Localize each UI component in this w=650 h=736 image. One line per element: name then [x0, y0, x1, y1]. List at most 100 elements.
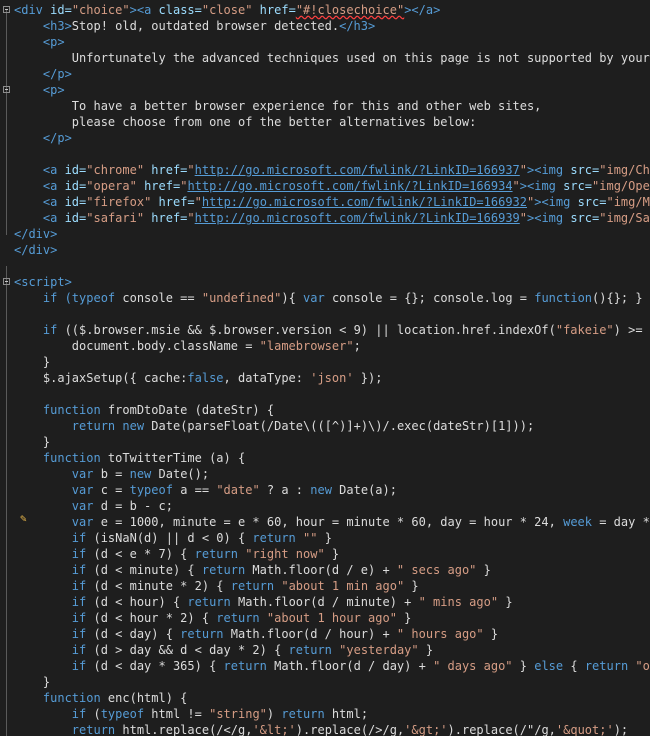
- code-token: new: [310, 483, 332, 497]
- code-line[interactable]: return html.replace(/</g,'&lt;').replace…: [14, 722, 650, 736]
- code-line[interactable]: if (d < hour * 2) { return "about 1 hour…: [14, 610, 650, 626]
- code-line[interactable]: if (d < day * 365) { return Math.floor(d…: [14, 658, 650, 674]
- code-token: console = {}; console.log =: [324, 291, 535, 305]
- code-token: src=: [555, 179, 593, 193]
- code-line[interactable]: <p>: [14, 82, 650, 98]
- code-line[interactable]: [14, 306, 650, 322]
- code-line[interactable]: please choose from one of the better alt…: [14, 114, 650, 130]
- code-line[interactable]: if (($.browser.msie && $.browser.version…: [14, 322, 650, 338]
- code-token: function: [534, 291, 593, 305]
- code-token: ><img: [519, 179, 556, 193]
- code-token: "opera": [86, 179, 137, 193]
- code-token: id=: [57, 163, 87, 177]
- code-line[interactable]: if (typeof console == "undefined"){ var …: [14, 290, 650, 306]
- code-token: ){: [281, 291, 304, 305]
- code-line[interactable]: if (d > day && d < day * 2) { return "ye…: [14, 642, 650, 658]
- code-line[interactable]: <div id="choice"><a class="close" href="…: [14, 2, 650, 18]
- code-token: return: [14, 723, 116, 736]
- code-line[interactable]: [14, 258, 650, 274]
- code-token: "img/Safar: [599, 211, 650, 225]
- code-line[interactable]: <a id="safari" href="http://go.microsoft…: [14, 210, 650, 226]
- code-token: }: [483, 627, 499, 641]
- code-line[interactable]: <a id="chrome" href="http://go.microsoft…: [14, 162, 650, 178]
- fold-toggle-icon[interactable]: [3, 6, 10, 13]
- code-token: html;: [324, 707, 369, 721]
- fold-toggle-icon[interactable]: [3, 86, 10, 93]
- code-token: }: [14, 675, 51, 689]
- code-token: "#!closechoice": [295, 3, 405, 17]
- code-line[interactable]: [14, 146, 650, 162]
- code-token: ): [266, 707, 282, 721]
- code-token: document.body.className =: [14, 339, 260, 353]
- code-token: id=: [57, 211, 87, 225]
- code-line[interactable]: function toTwitterTime (a) {: [14, 450, 650, 466]
- code-line[interactable]: var d = b - c;: [14, 498, 650, 514]
- code-token: href=: [144, 163, 188, 177]
- code-line[interactable]: if (d < e * 7) { return "right now" }: [14, 546, 650, 562]
- code-line[interactable]: }: [14, 434, 650, 450]
- code-line[interactable]: if (isNaN(d) || d < 0) { return "" }: [14, 530, 650, 546]
- code-token: }: [512, 659, 535, 673]
- code-line[interactable]: </div>: [14, 242, 650, 258]
- code-line[interactable]: </p>: [14, 130, 650, 146]
- code-token: html !=: [144, 707, 210, 721]
- code-line[interactable]: <h3>Stop! old, outdated browser detected…: [14, 18, 650, 34]
- code-token: ><img: [527, 211, 564, 225]
- code-line[interactable]: </div>: [14, 226, 650, 242]
- code-line[interactable]: if (d < day) { return Math.floor(d / hou…: [14, 626, 650, 642]
- code-token: "firefox": [86, 195, 152, 209]
- code-token: "over: [635, 659, 650, 673]
- code-token: ).replace(/"/g,: [447, 723, 556, 736]
- code-token: "img/Opera_: [592, 179, 650, 193]
- code-line[interactable]: }: [14, 674, 650, 690]
- code-token: }: [498, 595, 513, 609]
- code-lines[interactable]: <div id="choice"><a class="close" href="…: [14, 2, 650, 736]
- code-token: (d < hour) {: [86, 595, 188, 609]
- code-line[interactable]: [14, 386, 650, 402]
- code-line[interactable]: document.body.className = "lamebrowser";: [14, 338, 650, 354]
- code-line[interactable]: var e = 1000, minute = e * 60, hour = mi…: [14, 514, 650, 530]
- code-token: ></a>: [404, 3, 441, 17]
- code-token: else: [534, 659, 564, 673]
- code-editor[interactable]: ✎ <div id="choice"><a class="close" href…: [0, 0, 650, 736]
- code-token: function: [14, 451, 101, 465]
- code-line[interactable]: }: [14, 354, 650, 370]
- code-token: href=: [252, 3, 296, 17]
- code-line[interactable]: To have a better browser experience for …: [14, 98, 650, 114]
- code-token: var: [303, 291, 325, 305]
- code-token: "choice": [71, 3, 130, 17]
- code-line[interactable]: <p>: [14, 34, 650, 50]
- code-token: ": [187, 211, 195, 225]
- code-line[interactable]: var c = typeof a == "date" ? a : new Dat…: [14, 482, 650, 498]
- code-token: src=: [563, 163, 600, 177]
- code-token: console ==: [115, 291, 202, 305]
- code-line[interactable]: Unfortunately the advanced techniques us…: [14, 50, 650, 66]
- fold-toggle-icon[interactable]: [3, 278, 10, 285]
- code-line[interactable]: var b = new Date();: [14, 466, 650, 482]
- code-token: });: [353, 371, 383, 385]
- code-line[interactable]: $.ajaxSetup({ cache:false, dataType: 'js…: [14, 370, 650, 386]
- code-token: (){}; }: [592, 291, 643, 305]
- code-token: Math.floor(d / day) +: [266, 659, 434, 673]
- code-line[interactable]: function fromDtoDate (dateStr) {: [14, 402, 650, 418]
- code-token: if: [14, 323, 58, 337]
- code-line[interactable]: </p>: [14, 66, 650, 82]
- code-token: html.replace(/</g,: [115, 723, 253, 736]
- code-line[interactable]: if (typeof html != "string") return html…: [14, 706, 650, 722]
- code-token: return: [288, 643, 332, 657]
- code-line[interactable]: <script>: [14, 274, 650, 290]
- code-line[interactable]: if (d < minute) { return Math.floor(d / …: [14, 562, 650, 578]
- code-token: d = b - c;: [93, 499, 173, 513]
- code-token: >: [129, 3, 137, 17]
- code-token: (d < hour * 2) {: [86, 611, 217, 625]
- code-token: if: [14, 547, 87, 561]
- code-token: href=: [151, 195, 195, 209]
- code-line[interactable]: return new Date(parseFloat(/Date\(([^)]+…: [14, 418, 650, 434]
- code-line[interactable]: <a id="firefox" href="http://go.microsof…: [14, 194, 650, 210]
- code-line[interactable]: <a id="opera" href= "http://go.microsoft.…: [14, 178, 650, 194]
- code-line[interactable]: if (d < minute * 2) { return "about 1 mi…: [14, 578, 650, 594]
- code-token: '&gt;': [404, 723, 448, 736]
- code-line[interactable]: if (d < hour) { return Math.floor(d / mi…: [14, 594, 650, 610]
- code-line[interactable]: function enc(html) {: [14, 690, 650, 706]
